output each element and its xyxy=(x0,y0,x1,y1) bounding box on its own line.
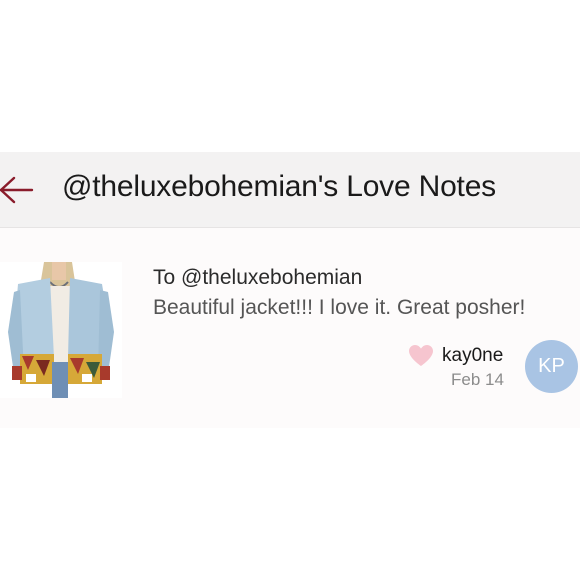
author-username[interactable]: kay0ne xyxy=(442,345,503,367)
recipient-line: To @theluxebohemian xyxy=(153,266,363,289)
back-arrow-icon xyxy=(0,176,34,204)
top-bar: @theluxebohemian's Love Notes xyxy=(0,152,580,228)
avatar-initials: KP xyxy=(538,355,565,377)
listing-thumbnail[interactable] xyxy=(0,262,122,398)
love-note-message: Beautiful jacket!!! I love it. Great pos… xyxy=(153,296,526,319)
author-row: kay0ne xyxy=(408,342,503,370)
note-date: Feb 14 xyxy=(451,370,504,389)
heart-icon[interactable] xyxy=(408,344,434,368)
avatar[interactable]: KP xyxy=(525,340,578,393)
page-title: @theluxebohemian's Love Notes xyxy=(62,170,496,203)
love-notes-screen: @theluxebohemian's Love Notes To @thelux… xyxy=(0,0,580,580)
back-button[interactable] xyxy=(0,174,34,206)
jacket-photo xyxy=(0,262,122,398)
love-note-card: To @theluxebohemian Beautiful jacket!!! … xyxy=(0,228,580,428)
